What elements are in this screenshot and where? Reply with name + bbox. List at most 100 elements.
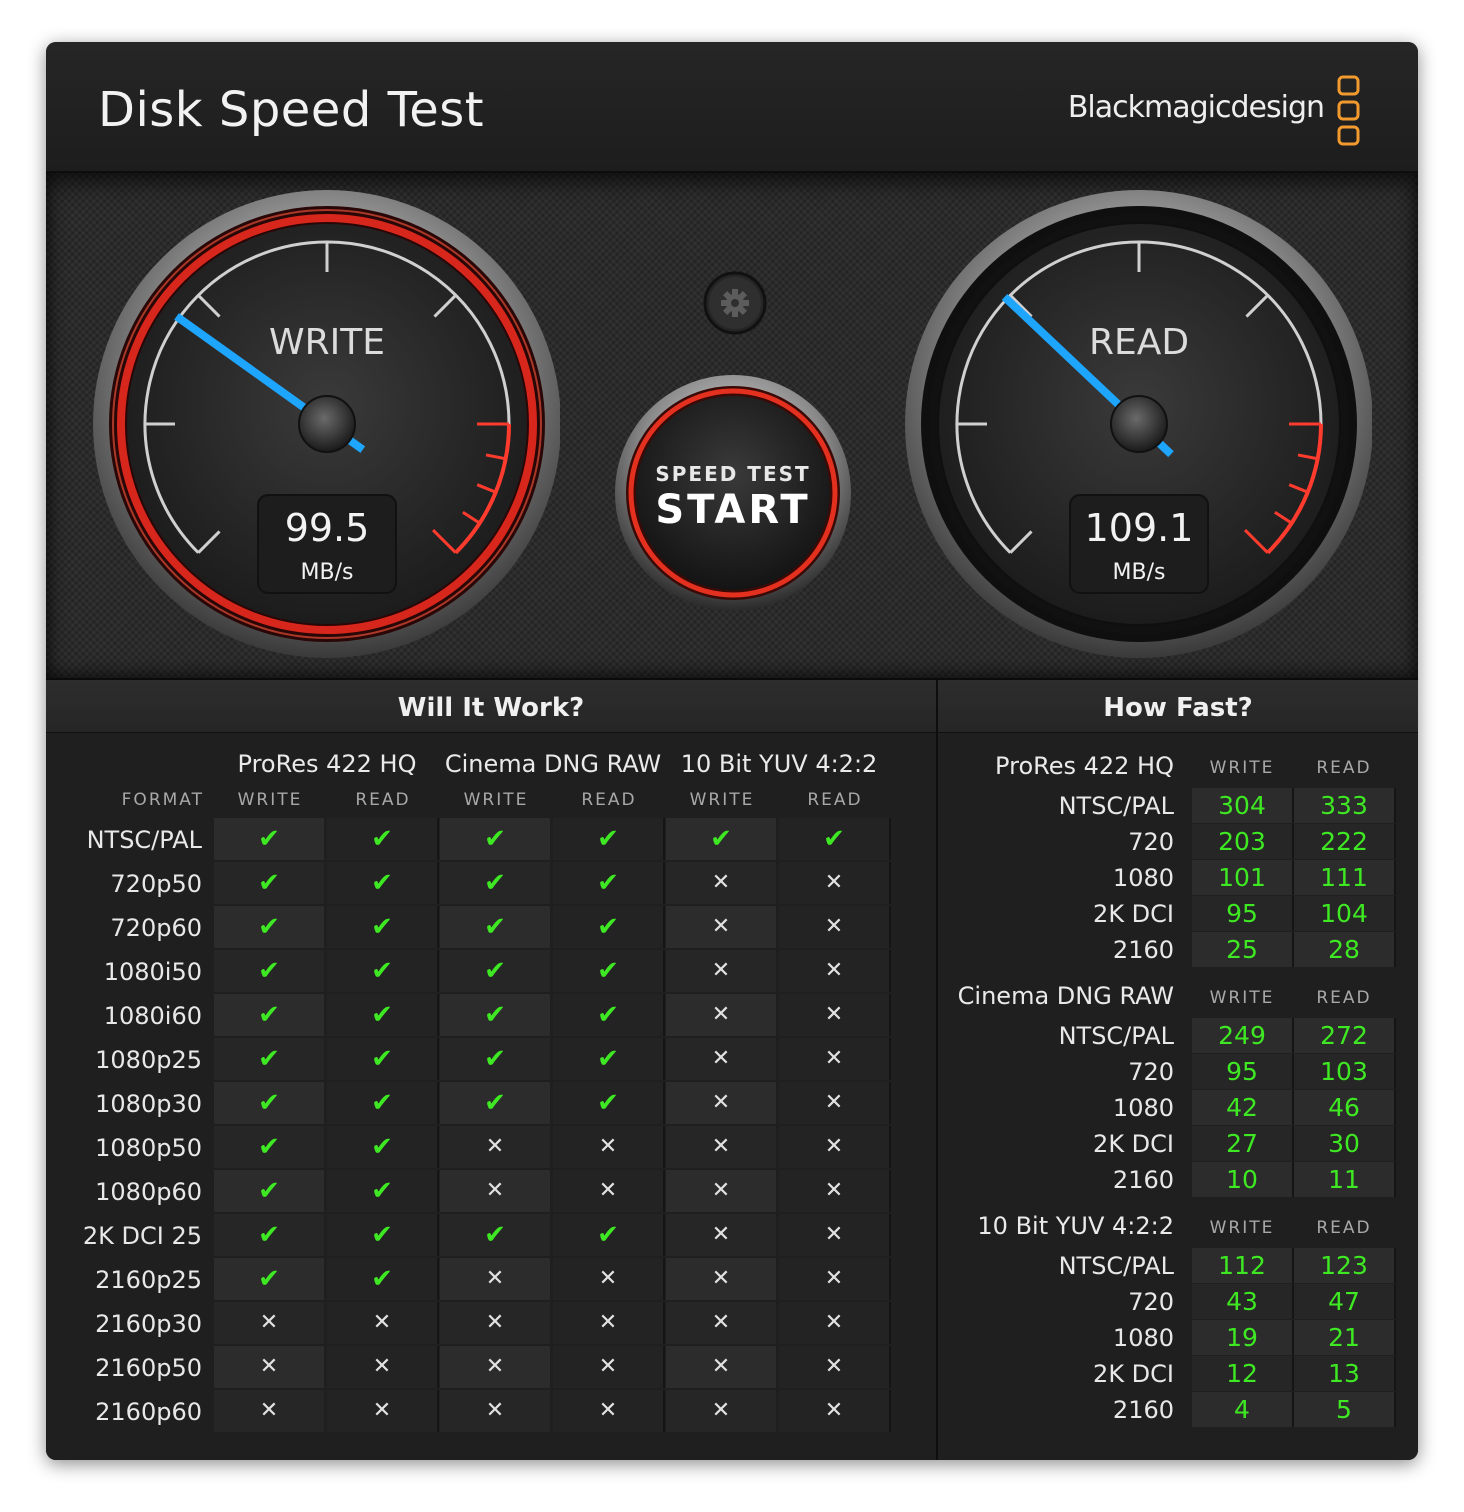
write-column-label: WRITE: [689, 790, 755, 810]
resolution-row-label: 2160: [1112, 936, 1174, 964]
read-fps-value: 111: [1294, 860, 1396, 895]
check-icon: ✔: [553, 1214, 665, 1256]
cross-icon: ✕: [779, 1038, 891, 1080]
write-fps-value: 25: [1192, 932, 1294, 967]
check-icon: ✔: [440, 1038, 550, 1080]
cross-icon: ✕: [214, 1390, 324, 1432]
cross-icon: ✕: [553, 1390, 665, 1432]
resolution-row-label: NTSC/PAL: [1058, 792, 1174, 820]
read-speed-value: 109.1: [1085, 506, 1194, 550]
write-fps-value: 249: [1192, 1018, 1294, 1053]
cross-icon: ✕: [779, 1214, 891, 1256]
write-column-label: WRITE: [1209, 758, 1275, 778]
gear-icon: [703, 271, 767, 335]
cross-icon: ✕: [666, 1038, 776, 1080]
cross-icon: ✕: [779, 862, 891, 904]
format-row-label: 2K DCI 25: [82, 1222, 202, 1250]
write-fps-value: 101: [1192, 860, 1294, 895]
gauge-hub: [298, 395, 356, 453]
format-row-label: 1080i60: [103, 1002, 202, 1030]
title-bar: Disk Speed Test Blackmagicdesign: [46, 42, 1418, 173]
cross-icon: ✕: [779, 950, 891, 992]
format-row-label: 2160p60: [95, 1398, 202, 1426]
write-column-label: WRITE: [463, 790, 529, 810]
check-icon: ✔: [779, 818, 891, 860]
format-row-label: 720p60: [110, 914, 202, 942]
write-fps-value: 19: [1192, 1320, 1294, 1355]
resolution-row-label: NTSC/PAL: [1058, 1022, 1174, 1050]
check-icon: ✔: [440, 818, 550, 860]
write-column-label: WRITE: [1209, 1218, 1275, 1238]
cross-icon: ✕: [553, 1258, 665, 1300]
resolution-row-label: NTSC/PAL: [1058, 1252, 1174, 1280]
format-row-label: 720p50: [110, 870, 202, 898]
format-column-label: FORMAT: [121, 790, 204, 810]
will-it-work-header: Will It Work?: [46, 680, 936, 733]
check-icon: ✔: [553, 862, 665, 904]
codec-header: Cinema DNG RAW: [444, 750, 662, 778]
check-icon: ✔: [327, 994, 439, 1036]
cross-icon: ✕: [214, 1346, 324, 1388]
cross-icon: ✕: [666, 994, 776, 1036]
read-gauge-label: READ: [1089, 322, 1189, 363]
check-icon: ✔: [440, 994, 550, 1036]
read-fps-value: 28: [1294, 932, 1396, 967]
cross-icon: ✕: [553, 1170, 665, 1212]
check-icon: ✔: [214, 906, 324, 948]
gauge-hub: [1110, 395, 1168, 453]
check-icon: ✔: [327, 906, 439, 948]
resolution-row-label: 2160: [1112, 1396, 1174, 1424]
cross-icon: ✕: [440, 1302, 550, 1344]
brand-mark-icon: [1337, 75, 1360, 146]
write-fps-value: 42: [1192, 1090, 1294, 1125]
read-column-label: READ: [1316, 988, 1372, 1008]
read-fps-value: 21: [1294, 1320, 1396, 1355]
cross-icon: ✕: [666, 906, 776, 948]
settings-button[interactable]: [703, 271, 767, 339]
read-fps-value: 13: [1294, 1356, 1396, 1391]
write-speed-unit: MB/s: [301, 560, 354, 585]
write-fps-value: 112: [1192, 1248, 1294, 1283]
format-row-label: 2160p30: [95, 1310, 202, 1338]
check-icon: ✔: [214, 862, 324, 904]
check-icon: ✔: [553, 1038, 665, 1080]
check-icon: ✔: [214, 818, 324, 860]
resolution-row-label: 1080: [1112, 1324, 1174, 1352]
check-icon: ✔: [214, 1126, 324, 1168]
read-fps-value: 103: [1294, 1054, 1396, 1089]
gauge-panel: WRITE 99.5 MB/s SPEED TEST START READ 10…: [46, 173, 1418, 678]
check-icon: ✔: [553, 994, 665, 1036]
cross-icon: ✕: [779, 1302, 891, 1344]
read-column-label: READ: [1316, 758, 1372, 778]
cross-icon: ✕: [666, 862, 776, 904]
cross-icon: ✕: [553, 1346, 665, 1388]
speed-test-start-button[interactable]: SPEED TEST START: [613, 373, 853, 617]
read-fps-value: 222: [1294, 824, 1396, 859]
cross-icon: ✕: [666, 1258, 776, 1300]
read-speed-unit: MB/s: [1113, 560, 1166, 585]
resolution-row-label: 2160: [1112, 1166, 1174, 1194]
read-gauge: READ 109.1 MB/s: [905, 190, 1372, 658]
cross-icon: ✕: [327, 1346, 439, 1388]
cross-icon: ✕: [440, 1126, 550, 1168]
write-column-label: WRITE: [237, 790, 303, 810]
check-icon: ✔: [214, 994, 324, 1036]
write-fps-value: 304: [1192, 788, 1294, 823]
format-row-label: 1080p50: [95, 1134, 202, 1162]
cross-icon: ✕: [666, 1214, 776, 1256]
check-icon: ✔: [440, 862, 550, 904]
read-fps-value: 104: [1294, 896, 1396, 931]
cross-icon: ✕: [553, 1126, 665, 1168]
read-column-label: READ: [807, 790, 863, 810]
format-row-label: 1080i50: [103, 958, 202, 986]
start-button-line2: START: [655, 487, 810, 533]
check-icon: ✔: [440, 1214, 550, 1256]
resolution-row-label: 720: [1128, 1288, 1174, 1316]
cross-icon: ✕: [666, 1302, 776, 1344]
cross-icon: ✕: [214, 1302, 324, 1344]
check-icon: ✔: [214, 1258, 324, 1300]
check-icon: ✔: [327, 1258, 439, 1300]
check-icon: ✔: [327, 950, 439, 992]
check-icon: ✔: [327, 1214, 439, 1256]
check-icon: ✔: [553, 1082, 665, 1124]
